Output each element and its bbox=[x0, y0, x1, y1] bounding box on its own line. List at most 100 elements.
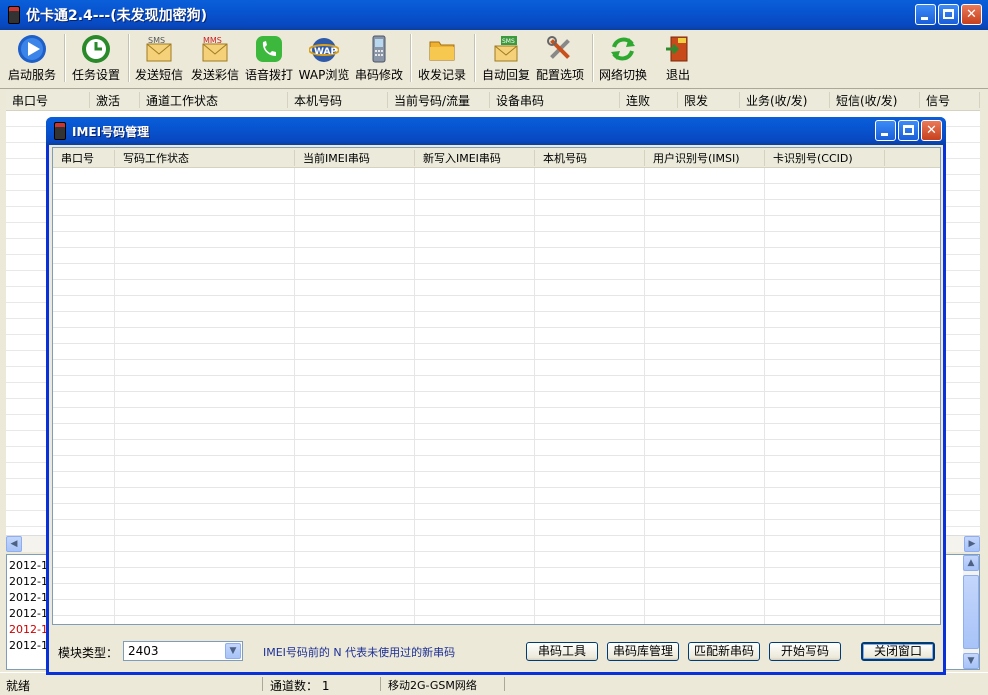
toolbar-label: 发送彩信 bbox=[190, 68, 239, 82]
scroll-right-icon[interactable]: ▶ bbox=[964, 536, 980, 552]
toolbar-label: WAP浏览 bbox=[298, 68, 350, 82]
start-writing-button[interactable]: 开始写码 bbox=[769, 642, 841, 661]
column-header[interactable]: 业务(收/发) bbox=[740, 92, 830, 108]
close-window-button[interactable]: 关闭窗口 bbox=[861, 642, 935, 661]
mms-icon: MMS bbox=[200, 34, 230, 64]
send-mms-button[interactable]: MMS 发送彩信 bbox=[188, 32, 242, 84]
network-switch-button[interactable]: 网络切换 bbox=[596, 32, 650, 84]
mobile-icon bbox=[364, 34, 394, 64]
match-new-imei-button[interactable]: 匹配新串码 bbox=[688, 642, 760, 661]
play-icon bbox=[17, 34, 47, 64]
column-header[interactable]: 当前IMEI串码 bbox=[295, 150, 415, 166]
column-header[interactable]: 用户识别号(IMSI) bbox=[645, 150, 765, 166]
close-button[interactable]: ✕ bbox=[961, 4, 982, 25]
chevron-down-icon[interactable]: ▼ bbox=[225, 643, 241, 659]
dialog-title-bar[interactable]: IMEI号码管理 ✕ bbox=[46, 117, 946, 145]
scroll-up-icon[interactable]: ▲ bbox=[963, 555, 979, 571]
toolbar-label: 语音拨打 bbox=[244, 68, 293, 82]
svg-text:SMS: SMS bbox=[502, 38, 515, 45]
imei-tools-button[interactable]: 串码工具 bbox=[526, 642, 598, 661]
imei-hint: IMEI号码前的 N 代表未使用过的新串码 bbox=[263, 646, 456, 659]
folder-icon bbox=[427, 34, 457, 64]
toolbar-label: 退出 bbox=[665, 68, 690, 82]
log-line: 2012-1 bbox=[9, 575, 48, 588]
column-header[interactable]: 通道工作状态 bbox=[140, 92, 288, 108]
imei-manager-dialog: IMEI号码管理 ✕ 串口号 写码工作状态 当前IMEI串码 新写入IMEI串码… bbox=[46, 117, 946, 675]
vertical-scrollbar[interactable]: ▲ ▼ bbox=[963, 555, 979, 669]
column-header[interactable]: 短信(收/发) bbox=[830, 92, 920, 108]
auto-reply-icon: SMS bbox=[491, 34, 521, 64]
start-service-button[interactable]: 启动服务 bbox=[4, 32, 60, 84]
status-ready: 就绪 bbox=[6, 677, 263, 693]
dialog-minimize-button[interactable] bbox=[875, 120, 896, 141]
dialog-maximize-button[interactable] bbox=[898, 120, 919, 141]
module-type-label: 模块类型： bbox=[58, 646, 119, 660]
status-channels: 通道数： 1 bbox=[270, 677, 381, 693]
log-line: 2012-1 bbox=[9, 559, 48, 572]
module-type-value: 2403 bbox=[128, 644, 159, 658]
voice-call-button[interactable]: 语音拨打 bbox=[244, 32, 294, 84]
module-type-select[interactable]: 2403 ▼ bbox=[123, 641, 243, 661]
send-sms-button[interactable]: SMS 发送短信 bbox=[132, 32, 186, 84]
tools-icon bbox=[545, 34, 575, 64]
dialog-app-icon bbox=[54, 122, 66, 140]
column-header[interactable]: 设备串码 bbox=[490, 92, 620, 108]
task-settings-button[interactable]: 任务设置 bbox=[68, 32, 124, 84]
scroll-thumb[interactable] bbox=[963, 575, 979, 649]
column-header[interactable]: 连败 bbox=[620, 92, 678, 108]
main-title-bar[interactable]: 优卡通2.4---(未发现加密狗) ✕ bbox=[0, 0, 988, 30]
column-header[interactable]: 限发 bbox=[678, 92, 740, 108]
column-header[interactable]: 新写入IMEI串码 bbox=[415, 150, 535, 166]
column-header[interactable]: 卡识别号(CCID) bbox=[765, 150, 885, 166]
column-header[interactable]: 激活 bbox=[90, 92, 140, 108]
main-window-title: 优卡通2.4---(未发现加密狗) bbox=[26, 8, 208, 24]
send-records-button[interactable]: 收发记录 bbox=[414, 32, 470, 84]
toolbar-label: 启动服务 bbox=[7, 68, 56, 82]
log-line: 2012-1 bbox=[9, 591, 48, 604]
toolbar-label: 自动回复 bbox=[481, 68, 530, 82]
column-header[interactable]: 信号 bbox=[920, 92, 980, 108]
svg-text:SMS: SMS bbox=[148, 36, 165, 45]
minimize-icon bbox=[881, 133, 888, 136]
imei-table-body[interactable] bbox=[53, 168, 940, 624]
wap-icon: WAP bbox=[308, 34, 340, 64]
wap-browse-button[interactable]: WAP WAP浏览 bbox=[298, 32, 350, 84]
toolbar-label: 网络切换 bbox=[598, 68, 647, 82]
dialog-title: IMEI号码管理 bbox=[72, 124, 150, 139]
log-line: 2012-1 bbox=[9, 607, 48, 620]
column-header[interactable]: 本机号码 bbox=[288, 92, 388, 108]
svg-text:MMS: MMS bbox=[203, 36, 222, 45]
toolbar-label: 收发记录 bbox=[417, 68, 466, 82]
close-icon: ✕ bbox=[966, 7, 977, 22]
column-header[interactable]: 本机号码 bbox=[535, 150, 645, 166]
column-header[interactable]: 当前号码/流量 bbox=[388, 92, 490, 108]
svg-text:WAP: WAP bbox=[314, 47, 337, 57]
app-icon bbox=[8, 6, 20, 24]
scroll-left-icon[interactable]: ◀ bbox=[6, 536, 22, 552]
exit-icon bbox=[663, 34, 693, 64]
task-settings-icon bbox=[81, 34, 111, 64]
toolbar-label: 串码修改 bbox=[354, 68, 403, 82]
config-options-button[interactable]: 配置选项 bbox=[534, 32, 586, 84]
column-header[interactable]: 写码工作状态 bbox=[115, 150, 295, 166]
imei-modify-button[interactable]: 串码修改 bbox=[352, 32, 406, 84]
maximize-button[interactable] bbox=[938, 4, 959, 25]
maximize-icon bbox=[903, 125, 914, 135]
imei-table[interactable]: 串口号 写码工作状态 当前IMEI串码 新写入IMEI串码 本机号码 用户识别号… bbox=[52, 147, 941, 625]
auto-reply-button[interactable]: SMS 自动回复 bbox=[480, 32, 532, 84]
imei-library-button[interactable]: 串码库管理 bbox=[607, 642, 679, 661]
channel-table-header: 串口号 激活 通道工作状态 本机号码 当前号码/流量 设备串码 连败 限发 业务… bbox=[6, 90, 980, 111]
maximize-icon bbox=[943, 9, 954, 19]
exit-button[interactable]: 退出 bbox=[656, 32, 700, 84]
close-icon: ✕ bbox=[926, 123, 937, 138]
column-header[interactable]: 串口号 bbox=[6, 92, 90, 108]
scroll-down-icon[interactable]: ▼ bbox=[963, 653, 979, 669]
dialog-close-button[interactable]: ✕ bbox=[921, 120, 942, 141]
toolbar-label: 配置选项 bbox=[535, 68, 584, 82]
toolbar-label: 发送短信 bbox=[134, 68, 183, 82]
toolbar-label: 任务设置 bbox=[71, 68, 120, 82]
column-header[interactable]: 串口号 bbox=[53, 150, 115, 166]
dialog-footer: 模块类型： 2403 ▼ IMEI号码前的 N 代表未使用过的新串码 串码工具 … bbox=[49, 632, 943, 672]
imei-table-header: 串口号 写码工作状态 当前IMEI串码 新写入IMEI串码 本机号码 用户识别号… bbox=[53, 148, 940, 168]
minimize-button[interactable] bbox=[915, 4, 936, 25]
